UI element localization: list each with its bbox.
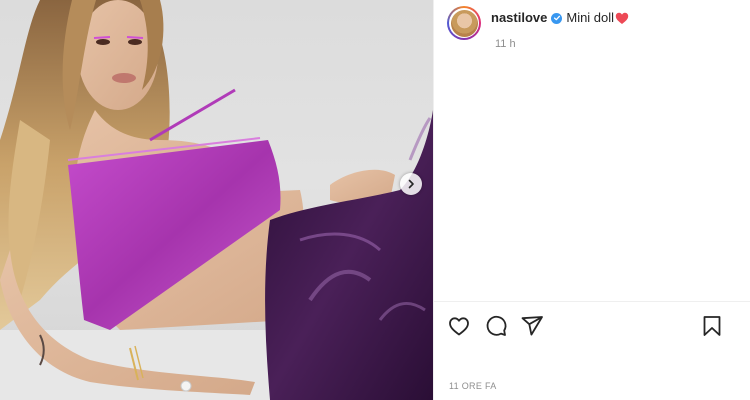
- caption-row: nastilove Mini doll: [447, 6, 629, 40]
- caption-text: Mini doll: [566, 10, 615, 25]
- comment-icon: [486, 315, 507, 336]
- bookmark-icon: [703, 316, 721, 336]
- avatar[interactable]: [447, 6, 481, 40]
- post-timestamp[interactable]: 11 ORE FA: [449, 381, 497, 391]
- instagram-post: nastilove Mini doll 11 h 11 ORE FA: [0, 0, 750, 400]
- like-button[interactable]: [447, 314, 471, 338]
- red-heart-emoji-icon: [615, 12, 629, 24]
- post-image: [0, 0, 433, 400]
- action-bar: [447, 314, 739, 340]
- share-button[interactable]: [520, 314, 544, 338]
- save-button[interactable]: [700, 314, 724, 338]
- comment-button[interactable]: [484, 314, 508, 338]
- username-link[interactable]: nastilove: [491, 10, 547, 26]
- carousel-next-button[interactable]: [400, 173, 422, 195]
- avatar-border: [449, 8, 479, 38]
- post-sidebar: nastilove Mini doll 11 h 11 ORE FA: [433, 0, 750, 400]
- paper-plane-icon: [521, 316, 543, 336]
- post-photo[interactable]: [0, 0, 433, 400]
- heart-outline-icon: [449, 317, 469, 336]
- verified-badge-icon: [551, 12, 563, 24]
- caption-timestamp: 11 h: [495, 38, 516, 50]
- caption: nastilove Mini doll: [491, 10, 629, 26]
- avatar-image: [450, 9, 478, 37]
- divider: [434, 301, 750, 302]
- chevron-right-icon: [408, 179, 414, 189]
